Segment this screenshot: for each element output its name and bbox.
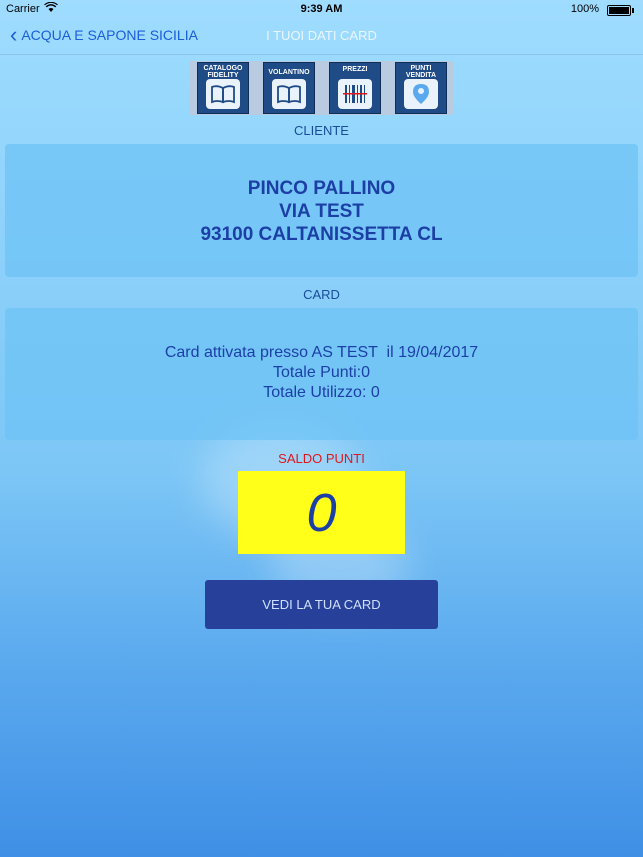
card-total-points: Totale Punti:0 [273,364,370,381]
tool-label: VENDITA [405,72,437,79]
card-section-label: CARD [303,287,340,302]
battery-percent: 100% [570,3,599,15]
book-icon [272,79,306,109]
tool-label: FIDELITY [207,72,239,79]
status-time: 9:39 AM [300,3,343,15]
map-pin-icon [404,79,438,109]
cliente-section-label: CLIENTE [294,123,349,138]
tool-label: VOLANTINO [268,69,310,76]
tool-label: PUNTI [410,65,432,72]
card-activation-text: Card attivata presso AS TEST il 19/04/20… [164,344,479,361]
cliente-panel: PINCO PALLINO VIA TEST 93100 CALTANISSET… [5,144,638,277]
card-total-usage: Totale Utilizzo: 0 [263,384,380,401]
card-panel: Card attivata presso AS TEST il 19/04/20… [5,308,638,440]
battery-fill [609,7,629,14]
saldo-punti-label: SALDO PUNTI [278,451,365,466]
barcode-icon [338,79,372,109]
view-card-button[interactable]: VEDI LA TUA CARD [205,580,438,629]
book-icon [206,79,240,109]
tool-label: PREZZI [342,66,368,73]
punti-vendita-button[interactable]: PUNTI VENDITA [395,62,447,114]
saldo-punti-box: 0 [238,471,405,554]
page-title: I TUOI DATI CARD [266,28,377,43]
client-name: PINCO PALLINO [247,178,396,199]
tool-label: CATALOGO [203,65,243,72]
status-bar: Carrier 9:39 AM 100% [0,0,643,20]
view-card-button-label: VEDI LA TUA CARD [262,597,381,612]
client-address: VIA TEST [279,201,364,222]
volantino-button[interactable]: VOLANTINO [263,62,315,114]
catalogo-fidelity-button[interactable]: CATALOGO FIDELITY [197,62,249,114]
client-city: 93100 CALTANISSETTA CL [200,224,443,245]
battery-icon [607,5,634,16]
prezzi-button[interactable]: PREZZI [329,62,381,114]
navigation-bar: ‹ ACQUA E SAPONE SICILIA I TUOI DATI CAR… [0,20,643,55]
feature-toolbar: CATALOGO FIDELITY VOLANTINO PREZZI PUNTI V… [190,61,454,115]
saldo-punti-value: 0 [306,482,337,543]
